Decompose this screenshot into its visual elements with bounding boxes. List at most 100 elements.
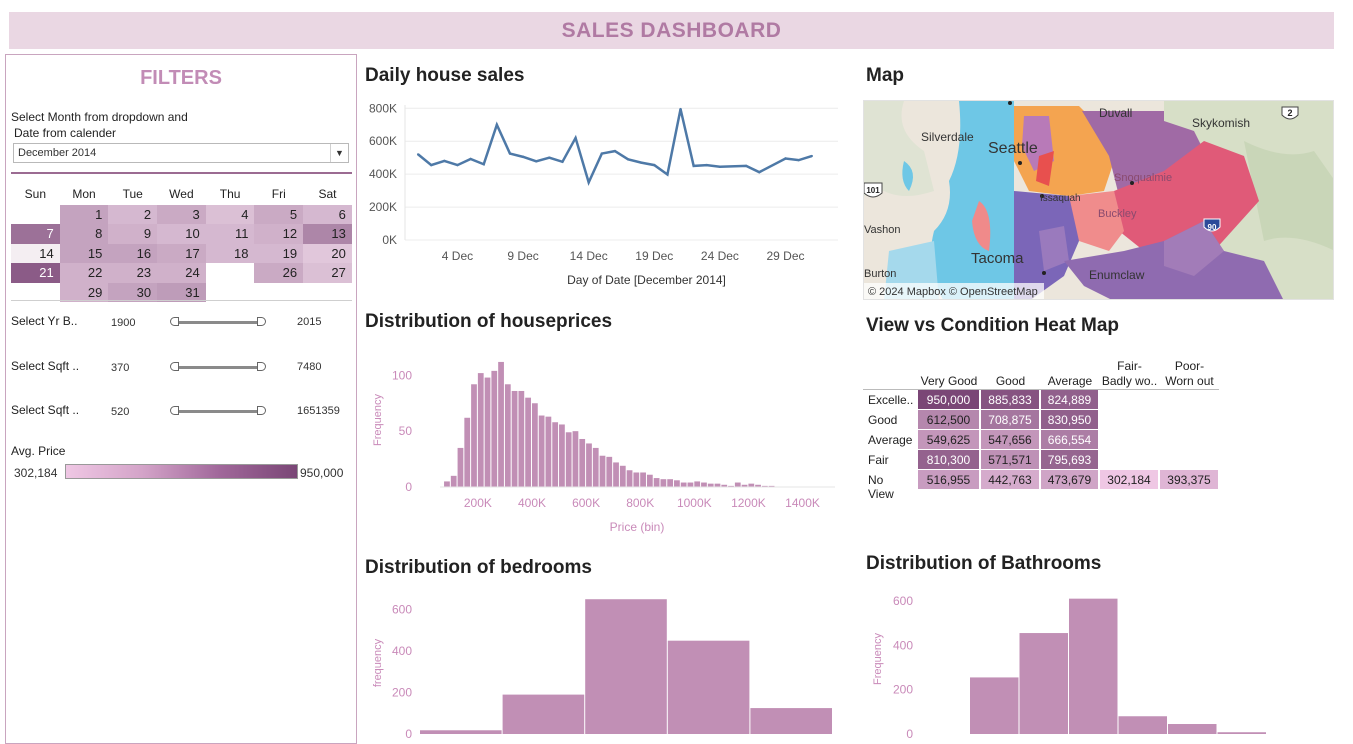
heatmap-cell[interactable]: 547,656 [981, 430, 1040, 450]
daily-sales-point[interactable] [639, 161, 643, 164]
calendar-day-15[interactable]: 15 [59, 243, 109, 263]
heatmap-cell[interactable]: 950,000 [918, 390, 980, 410]
price-bin-bar[interactable] [491, 370, 498, 487]
calendar-day-13[interactable]: 13 [303, 224, 352, 244]
price-bin-bar[interactable] [660, 479, 667, 487]
price-bin-bar[interactable] [504, 384, 511, 487]
price-bin-bar[interactable] [484, 377, 491, 487]
range-slider-track[interactable] [170, 317, 266, 326]
bedrooms-bin-bar[interactable] [750, 708, 832, 734]
region-map[interactable]: Duvall Silverdale Seattle Skykomish Taco… [863, 100, 1334, 300]
price-bin-bar[interactable] [613, 462, 619, 487]
price-bin-bar[interactable] [592, 447, 599, 487]
daily-sales-point[interactable] [548, 156, 551, 159]
calendar-day-7[interactable]: 7 [11, 224, 60, 244]
calendar-day-14[interactable]: 14 [11, 243, 60, 263]
price-bin-bar[interactable] [559, 424, 565, 487]
price-bin-bar[interactable] [586, 443, 592, 487]
calendar-day-3[interactable]: 3 [157, 204, 206, 224]
heatmap-cell[interactable]: 571,571 [981, 450, 1040, 470]
daily-sales-point[interactable] [653, 163, 656, 167]
heatmap-cell[interactable]: 824,889 [1041, 390, 1099, 410]
price-bin-bar[interactable] [707, 483, 714, 487]
slider-max-handle[interactable] [257, 317, 266, 326]
price-bin-bar[interactable] [667, 479, 674, 487]
price-bin-bar[interactable] [545, 416, 552, 487]
price-bin-bar[interactable] [525, 397, 531, 487]
calendar-day-10[interactable]: 10 [157, 224, 206, 244]
price-bin-bar[interactable] [606, 456, 613, 487]
calendar-day-4[interactable]: 4 [205, 204, 255, 224]
bathrooms-bin-bar[interactable] [1118, 716, 1168, 734]
daily-sales-point[interactable] [561, 160, 564, 163]
daily-sales-point[interactable] [692, 164, 695, 168]
price-bin-bar[interactable] [646, 474, 653, 487]
calendar-day-17[interactable]: 17 [157, 243, 206, 263]
calendar-day-23[interactable]: 23 [108, 263, 158, 283]
price-bin-bar[interactable] [457, 447, 464, 487]
calendar-day-27[interactable]: 27 [303, 263, 352, 283]
daily-sales-series-line[interactable] [417, 108, 813, 186]
price-bin-bar[interactable] [633, 472, 640, 487]
slider-min-handle[interactable] [170, 406, 179, 415]
daily-sales-point[interactable] [784, 157, 787, 160]
price-bin-bar[interactable] [640, 472, 646, 487]
price-bin-bar[interactable] [464, 417, 471, 487]
calendar-day-12[interactable]: 12 [254, 224, 304, 244]
heatmap-cell[interactable]: 473,679 [1041, 470, 1099, 490]
bathrooms-bin-bar[interactable] [1019, 633, 1069, 734]
price-bin-bar[interactable] [444, 481, 450, 487]
daily-sales-point[interactable] [495, 123, 499, 126]
daily-sales-point[interactable] [456, 163, 459, 167]
price-bin-bar[interactable] [477, 373, 484, 487]
price-bin-bar[interactable] [538, 415, 545, 487]
heatmap-cell[interactable]: 810,300 [918, 450, 980, 470]
calendar-day-5[interactable]: 5 [254, 204, 304, 224]
range-slider-track[interactable] [170, 362, 266, 371]
price-bin-bar[interactable] [450, 475, 457, 487]
calendar-day-2[interactable]: 2 [108, 204, 158, 224]
calendar-day-22[interactable]: 22 [59, 263, 109, 283]
slider-max-handle[interactable] [257, 406, 266, 415]
calendar-day-6[interactable]: 6 [303, 204, 352, 224]
calendar-day-20[interactable]: 20 [303, 243, 352, 263]
daily-sales-point[interactable] [508, 152, 512, 155]
daily-sales-point[interactable] [443, 159, 446, 163]
price-bin-bar[interactable] [511, 390, 518, 487]
bathrooms-bin-bar[interactable] [1217, 732, 1267, 734]
bathrooms-bin-bar[interactable] [1069, 598, 1118, 734]
price-bin-bar[interactable] [565, 432, 572, 487]
price-bin-bar[interactable] [687, 482, 694, 487]
calendar-day-11[interactable]: 11 [205, 224, 255, 244]
price-bin-bar[interactable] [579, 438, 586, 487]
bedrooms-bin-bar[interactable] [420, 730, 502, 734]
daily-sales-point[interactable] [600, 152, 604, 155]
daily-sales-point[interactable] [430, 163, 433, 167]
slider-max-handle[interactable] [257, 362, 266, 371]
calendar-day-1[interactable]: 1 [59, 204, 109, 224]
price-bin-bar[interactable] [498, 361, 504, 487]
price-bin-bar[interactable] [748, 483, 755, 487]
price-bin-bar[interactable] [680, 482, 687, 487]
daily-sales-point[interactable] [469, 157, 472, 161]
bathrooms-bin-bar[interactable] [970, 677, 1019, 734]
daily-sales-point[interactable] [744, 164, 748, 168]
calendar-day-9[interactable]: 9 [108, 224, 158, 244]
calendar-day-19[interactable]: 19 [254, 243, 304, 263]
heatmap-cell[interactable]: 708,875 [981, 410, 1040, 430]
heatmap-cell[interactable]: 612,500 [918, 410, 980, 430]
daily-sales-point[interactable] [718, 165, 722, 168]
daily-sales-point[interactable] [587, 181, 590, 184]
heatmap-cell[interactable]: 516,955 [918, 470, 980, 490]
price-bin-bar[interactable] [619, 465, 626, 487]
price-bin-bar[interactable] [653, 478, 660, 487]
daily-sales-point[interactable] [666, 173, 669, 176]
price-bin-bar[interactable] [518, 390, 525, 487]
daily-sales-point[interactable] [705, 163, 708, 167]
heatmap-cell[interactable]: 442,763 [981, 470, 1040, 490]
heatmap-cell[interactable]: 885,833 [981, 390, 1040, 410]
price-bin-bar[interactable] [599, 455, 606, 487]
heatmap-cell[interactable]: 795,693 [1041, 450, 1099, 470]
daily-sales-point[interactable] [679, 107, 682, 111]
price-bin-bar[interactable] [701, 482, 707, 487]
